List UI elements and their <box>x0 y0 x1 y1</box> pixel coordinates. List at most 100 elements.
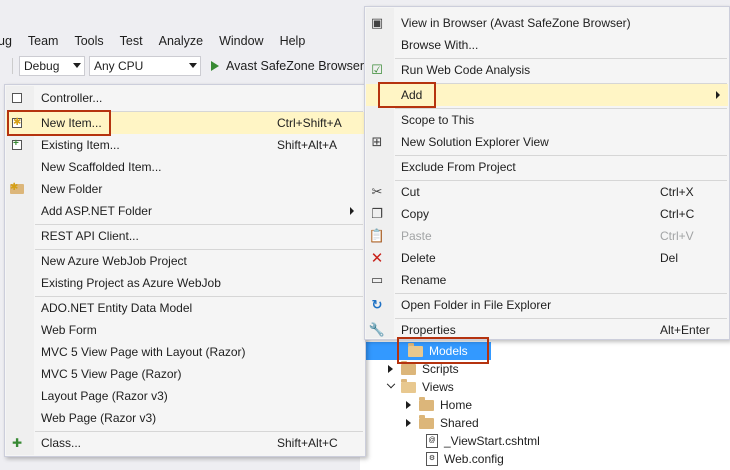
menu-bar: ug Team Tools Test Analyze Window Help <box>0 28 370 54</box>
folder-icon <box>419 414 434 429</box>
menu-item-cut[interactable]: ✂ Cut Ctrl+X <box>366 181 728 203</box>
menu-item-new-solution-explorer-view[interactable]: ⊞ New Solution Explorer View <box>366 131 728 153</box>
menu-item-view-in-browser[interactable]: ▣ View in Browser (Avast SafeZone Browse… <box>366 12 728 34</box>
menu-item-label: New Item... <box>41 116 102 130</box>
menu-item-label: MVC 5 View Page (Razor) <box>41 367 182 381</box>
menu-item-web-form[interactable]: Web Form <box>6 319 364 341</box>
tree-item-views[interactable]: Views <box>386 378 454 396</box>
configuration-dropdown[interactable]: Debug <box>19 56 85 76</box>
menu-item-shortcut: Del <box>660 251 679 265</box>
menu-tools[interactable]: Tools <box>66 34 111 48</box>
play-icon <box>211 61 219 71</box>
menu-item-existing-project-as-webjob[interactable]: Existing Project as Azure WebJob <box>6 272 364 294</box>
tree-item-label: Views <box>422 380 454 394</box>
menu-item-class[interactable]: ✚ Class... Shift+Alt+C <box>6 432 364 454</box>
rename-icon: ▭ <box>370 272 384 287</box>
menu-item-paste[interactable]: 📋 Paste Ctrl+V <box>366 225 728 247</box>
wrench-icon: 🔧 <box>368 322 386 337</box>
solution-explorer-icon: ⊞ <box>371 134 383 149</box>
project-context-menu: ▣ View in Browser (Avast SafeZone Browse… <box>364 6 730 340</box>
expand-icon[interactable] <box>406 419 411 427</box>
menu-item-rest-api-client[interactable]: REST API Client... <box>6 225 364 247</box>
menu-item-label: New Folder <box>41 182 103 196</box>
tree-item-webconfig[interactable]: ⚙ Web.config <box>426 450 504 468</box>
menu-item-copy[interactable]: ❐ Copy Ctrl+C <box>366 203 728 225</box>
menu-item-label: Paste <box>401 229 432 243</box>
browser-icon: ▣ <box>370 15 384 30</box>
menu-item-label: Rename <box>401 273 447 287</box>
menu-window[interactable]: Window <box>211 34 271 48</box>
menu-item-mvc5-view-page-layout[interactable]: MVC 5 View Page with Layout (Razor) <box>6 341 364 363</box>
menu-item-delete[interactable]: ✕ Delete Del <box>366 247 728 269</box>
existing-item-icon: + <box>9 137 25 153</box>
menu-item-label: Layout Page (Razor v3) <box>41 389 168 403</box>
tree-item-viewstart[interactable]: @ _ViewStart.cshtml <box>426 432 540 450</box>
copy-icon: ❐ <box>371 206 383 221</box>
menu-item-new-item[interactable]: ✱ New Item... Ctrl+Shift+A <box>6 112 364 134</box>
scissors-icon: ✂ <box>371 184 383 199</box>
add-submenu: Controller... ✱ New Item... Ctrl+Shift+A… <box>4 84 366 457</box>
submenu-arrow-icon <box>716 91 720 99</box>
menu-item-web-page[interactable]: Web Page (Razor v3) <box>6 407 364 429</box>
menu-item-rename[interactable]: ▭ Rename <box>366 269 728 291</box>
class-icon: ✚ <box>11 436 23 450</box>
menu-item-new-folder[interactable]: ✱ New Folder <box>6 178 364 200</box>
menu-item-run-web-code-analysis[interactable]: ☑ Run Web Code Analysis <box>366 59 728 81</box>
menu-item-label: Scope to This <box>401 113 475 127</box>
platform-value: Any CPU <box>94 59 144 73</box>
tree-item-label: Scripts <box>422 362 459 376</box>
config-file-icon: ⚙ <box>426 452 438 466</box>
delete-icon: ✕ <box>370 250 384 267</box>
menu-item-label: Existing Item... <box>41 138 120 152</box>
platform-dropdown[interactable]: Any CPU <box>89 56 201 76</box>
tree-item-home[interactable]: Home <box>406 396 472 414</box>
menu-analyze[interactable]: Analyze <box>151 34 211 48</box>
menu-item-label: View in Browser (Avast SafeZone Browser) <box>401 16 631 30</box>
menu-item-scope-to-this[interactable]: Scope to This <box>366 109 728 131</box>
folder-icon <box>401 360 416 375</box>
menu-item-label: Copy <box>401 207 430 221</box>
collapse-icon[interactable] <box>386 379 396 389</box>
folder-open-icon <box>401 378 416 393</box>
start-debugging-button[interactable]: Avast SafeZone Browser <box>211 56 364 76</box>
menu-team[interactable]: Team <box>20 34 67 48</box>
menu-item-layout-page[interactable]: Layout Page (Razor v3) <box>6 385 364 407</box>
expand-icon[interactable] <box>406 401 411 409</box>
menu-debug[interactable]: ug <box>0 34 20 48</box>
menu-item-new-scaffolded-item[interactable]: New Scaffolded Item... <box>6 156 364 178</box>
menu-item-existing-item[interactable]: + Existing Item... Shift+Alt+A <box>6 134 364 156</box>
tree-item-models[interactable]: Models <box>366 342 491 360</box>
menu-item-new-azure-webjob-project[interactable]: New Azure WebJob Project <box>6 250 364 272</box>
menu-item-label: Web Page (Razor v3) <box>41 411 157 425</box>
expand-icon[interactable] <box>388 365 393 373</box>
menu-item-shortcut: Ctrl+Shift+A <box>277 116 342 130</box>
tree-item-label: Home <box>440 398 473 412</box>
menu-item-label: Add ASP.NET Folder <box>41 204 152 218</box>
menu-item-label: Open Folder in File Explorer <box>401 298 552 312</box>
menu-item-label: ADO.NET Entity Data Model <box>41 301 193 315</box>
folder-open-icon <box>408 342 423 357</box>
menu-item-browse-with[interactable]: Browse With... <box>366 34 728 56</box>
menu-item-add-aspnet-folder[interactable]: Add ASP.NET Folder <box>6 200 364 222</box>
menu-item-properties[interactable]: 🔧 Properties Alt+Enter <box>366 319 728 341</box>
menu-item-exclude-from-project[interactable]: Exclude From Project <box>366 156 728 178</box>
menu-item-label: Web Form <box>41 323 97 337</box>
submenu-arrow-icon <box>350 207 354 215</box>
menu-item-ado-net-entity-data-model[interactable]: ADO.NET Entity Data Model <box>6 297 364 319</box>
tree-item-scripts[interactable]: Scripts <box>388 360 459 378</box>
menu-item-label: New Scaffolded Item... <box>41 160 162 174</box>
razor-file-icon: @ <box>426 434 438 448</box>
menu-test[interactable]: Test <box>112 34 151 48</box>
menu-help[interactable]: Help <box>272 34 314 48</box>
tree-item-shared[interactable]: Shared <box>406 414 479 432</box>
menu-item-shortcut: Ctrl+V <box>660 229 694 243</box>
menu-item-shortcut: Ctrl+X <box>660 185 694 199</box>
chevron-down-icon <box>73 63 81 68</box>
menu-item-mvc5-view-page[interactable]: MVC 5 View Page (Razor) <box>6 363 364 385</box>
tree-item-label: Shared <box>440 416 479 430</box>
menu-item-add[interactable]: Add <box>366 84 728 106</box>
configuration-value: Debug <box>24 59 60 73</box>
menu-item-open-folder-in-file-explorer[interactable]: ↻ Open Folder in File Explorer <box>366 294 728 316</box>
menu-item-controller[interactable]: Controller... <box>6 87 364 109</box>
menu-item-shortcut: Ctrl+C <box>660 207 695 221</box>
